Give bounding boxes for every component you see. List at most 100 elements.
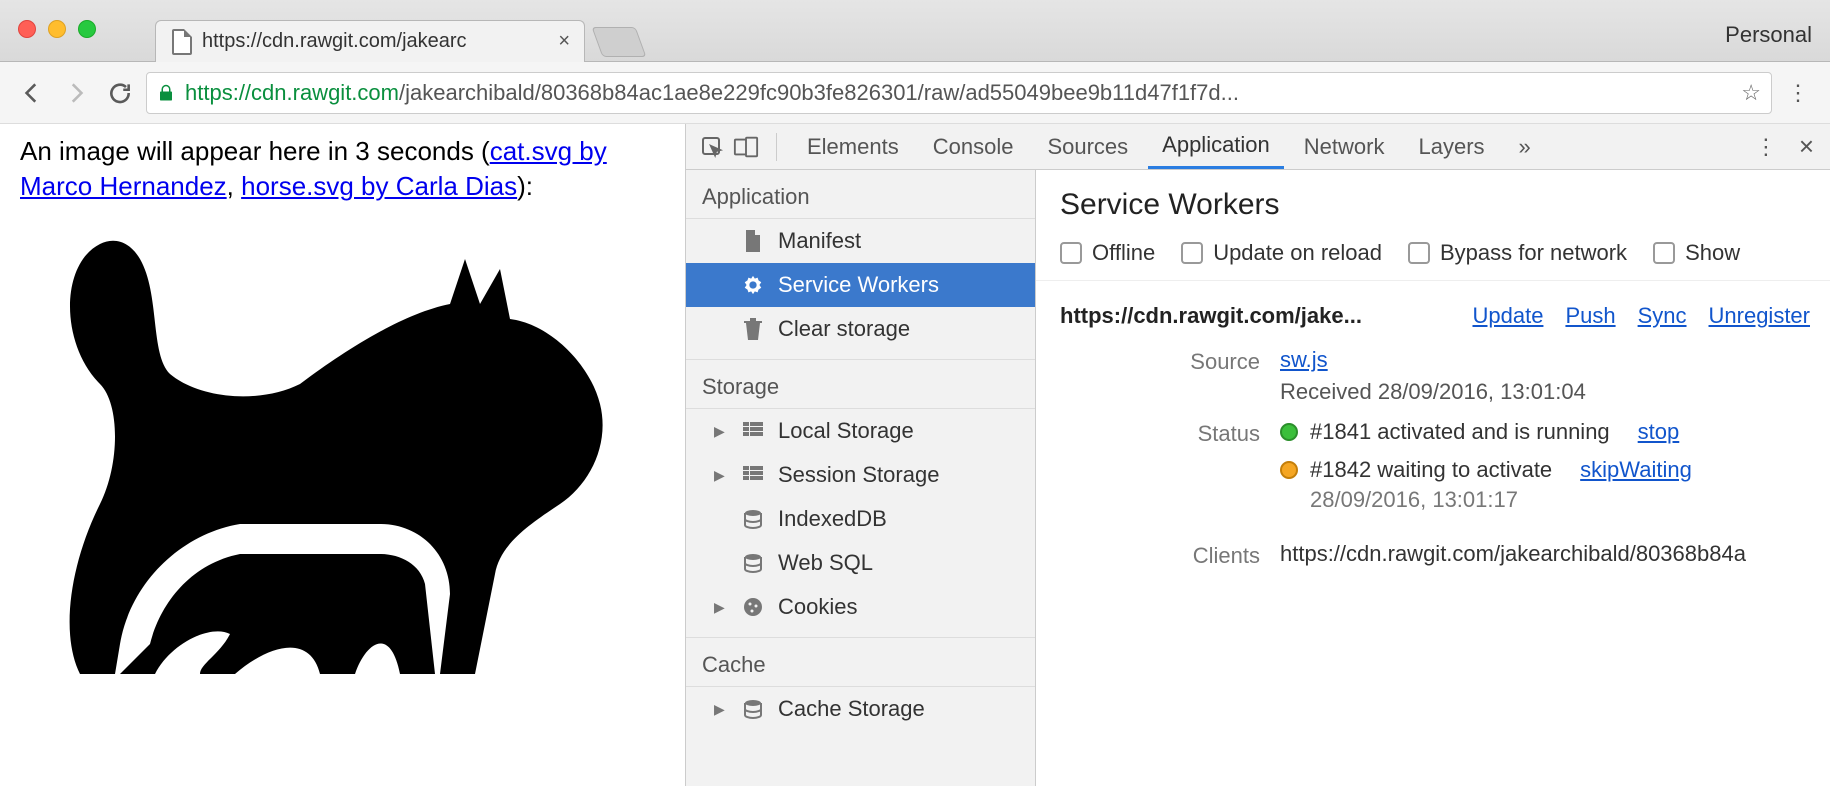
page-paragraph: An image will appear here in 3 seconds (… <box>20 134 665 204</box>
forward-button[interactable] <box>58 75 94 111</box>
window-controls <box>18 20 96 38</box>
sidebar-group-application: Application <box>686 170 1035 219</box>
cat-image <box>20 204 620 704</box>
window-titlebar: https://cdn.rawgit.com/jakearc × Persona… <box>0 0 1830 62</box>
sw-source-file[interactable]: sw.js <box>1280 347 1328 372</box>
sidebar-item-label: Clear storage <box>778 316 910 342</box>
service-worker-block: https://cdn.rawgit.com/jake... Update Pu… <box>1036 281 1830 569</box>
sw-clients: https://cdn.rawgit.com/jakearchibald/803… <box>1280 541 1810 567</box>
sw-origin: https://cdn.rawgit.com/jake... <box>1060 303 1362 329</box>
sidebar-group-cache: Cache <box>686 638 1035 687</box>
page-text: ): <box>517 171 533 201</box>
tabstrip: https://cdn.rawgit.com/jakearc × <box>155 0 641 61</box>
inspect-icon[interactable] <box>698 133 726 161</box>
database-icon <box>742 698 764 720</box>
sidebar-item-label: Local Storage <box>778 418 914 444</box>
devtools-body: Application Manifest Service Workers <box>686 170 1830 786</box>
label-clients: Clients <box>1060 541 1260 569</box>
grid-icon <box>742 464 764 486</box>
tabs-overflow[interactable]: » <box>1505 124 1545 169</box>
tab-sources[interactable]: Sources <box>1033 124 1142 169</box>
status-dot-orange-icon <box>1280 461 1298 479</box>
close-window-button[interactable] <box>18 20 36 38</box>
minimize-window-button[interactable] <box>48 20 66 38</box>
sw-stop-link[interactable]: stop <box>1638 419 1680 445</box>
tab-application[interactable]: Application <box>1148 124 1284 169</box>
tab-elements[interactable]: Elements <box>793 124 913 169</box>
tab-title: https://cdn.rawgit.com/jakearc <box>202 30 467 53</box>
tab-console[interactable]: Console <box>919 124 1028 169</box>
checkbox-icon[interactable] <box>1181 242 1203 264</box>
sidebar-item-indexeddb[interactable]: IndexedDB <box>686 497 1035 541</box>
checkbox-icon[interactable] <box>1653 242 1675 264</box>
browser-tab[interactable]: https://cdn.rawgit.com/jakearc × <box>155 20 585 62</box>
sidebar-item-cookies[interactable]: ▶ Cookies <box>686 585 1035 629</box>
gear-icon <box>742 274 764 296</box>
file-icon <box>172 29 192 55</box>
checkbox-icon[interactable] <box>1408 242 1430 264</box>
sw-status-waiting: #1842 waiting to activate <box>1310 457 1552 483</box>
sw-waiting-time: 28/09/2016, 13:01:17 <box>1310 487 1810 513</box>
option-offline[interactable]: Offline <box>1060 240 1155 266</box>
new-tab-button[interactable] <box>592 27 647 57</box>
sw-status-activated: #1841 activated and is running <box>1310 419 1610 445</box>
sidebar-group-storage: Storage <box>686 360 1035 409</box>
panel-title: Service Workers <box>1036 170 1830 222</box>
cookie-icon <box>742 596 764 618</box>
file-icon <box>742 230 764 252</box>
option-show-all[interactable]: Show <box>1653 240 1740 266</box>
sidebar-item-manifest[interactable]: Manifest <box>686 219 1035 263</box>
sidebar-item-label: Web SQL <box>778 550 873 576</box>
sidebar-item-service-workers[interactable]: Service Workers <box>686 263 1035 307</box>
bookmark-star-icon[interactable]: ☆ <box>1741 80 1761 106</box>
chevron-right-icon: ▶ <box>714 423 728 440</box>
checkbox-icon[interactable] <box>1060 242 1082 264</box>
browser-menu-button[interactable]: ⋮ <box>1780 80 1816 106</box>
sidebar-item-label: Manifest <box>778 228 861 254</box>
sw-push-link[interactable]: Push <box>1565 303 1615 329</box>
label-status: Status <box>1060 419 1260 447</box>
option-label: Update on reload <box>1213 240 1382 266</box>
trash-icon <box>742 318 764 340</box>
tab-network[interactable]: Network <box>1290 124 1399 169</box>
close-tab-button[interactable]: × <box>558 30 570 53</box>
service-workers-panel: Service Workers Offline Update on reload… <box>1036 170 1830 786</box>
option-update-on-reload[interactable]: Update on reload <box>1181 240 1382 266</box>
database-icon <box>742 552 764 574</box>
link-horse-svg[interactable]: horse.svg by Carla Dias <box>241 171 517 201</box>
page-body: An image will appear here in 3 seconds (… <box>0 124 685 786</box>
panel-options: Offline Update on reload Bypass for netw… <box>1036 222 1830 281</box>
sw-update-link[interactable]: Update <box>1472 303 1543 329</box>
lock-icon <box>157 83 175 103</box>
profile-label[interactable]: Personal <box>1725 22 1812 48</box>
sidebar-item-session-storage[interactable]: ▶ Session Storage <box>686 453 1035 497</box>
sidebar-item-label: Service Workers <box>778 272 939 298</box>
sw-received: Received 28/09/2016, 13:01:04 <box>1280 379 1810 405</box>
devtools: Elements Console Sources Application Net… <box>685 124 1830 786</box>
status-dot-green-icon <box>1280 423 1298 441</box>
sidebar-item-local-storage[interactable]: ▶ Local Storage <box>686 409 1035 453</box>
chevron-right-icon: ▶ <box>714 701 728 718</box>
maximize-window-button[interactable] <box>78 20 96 38</box>
devtools-close-button[interactable]: × <box>1799 131 1814 162</box>
tab-layers[interactable]: Layers <box>1404 124 1498 169</box>
reload-button[interactable] <box>102 75 138 111</box>
content-area: An image will appear here in 3 seconds (… <box>0 124 1830 786</box>
chevron-right-icon: ▶ <box>714 467 728 484</box>
sidebar-item-label: Cookies <box>778 594 857 620</box>
sidebar-item-clear-storage[interactable]: Clear storage <box>686 307 1035 351</box>
address-bar[interactable]: https://cdn.rawgit.com/jakearchibald/803… <box>146 72 1772 114</box>
back-button[interactable] <box>14 75 50 111</box>
url-scheme: https://cdn.rawgit.com/jakearchibald/803… <box>185 80 1239 106</box>
option-bypass-for-network[interactable]: Bypass for network <box>1408 240 1627 266</box>
device-toggle-icon[interactable] <box>732 133 760 161</box>
chevron-right-icon: ▶ <box>714 599 728 616</box>
devtools-tabbar: Elements Console Sources Application Net… <box>686 124 1830 170</box>
sidebar-item-cache-storage[interactable]: ▶ Cache Storage <box>686 687 1035 731</box>
sw-sync-link[interactable]: Sync <box>1638 303 1687 329</box>
sw-skipwaiting-link[interactable]: skipWaiting <box>1580 457 1692 483</box>
sidebar-item-websql[interactable]: Web SQL <box>686 541 1035 585</box>
sw-unregister-link[interactable]: Unregister <box>1709 303 1810 329</box>
devtools-menu-button[interactable]: ⋮ <box>1755 134 1777 160</box>
page-text: An image will appear here in 3 seconds ( <box>20 136 490 166</box>
